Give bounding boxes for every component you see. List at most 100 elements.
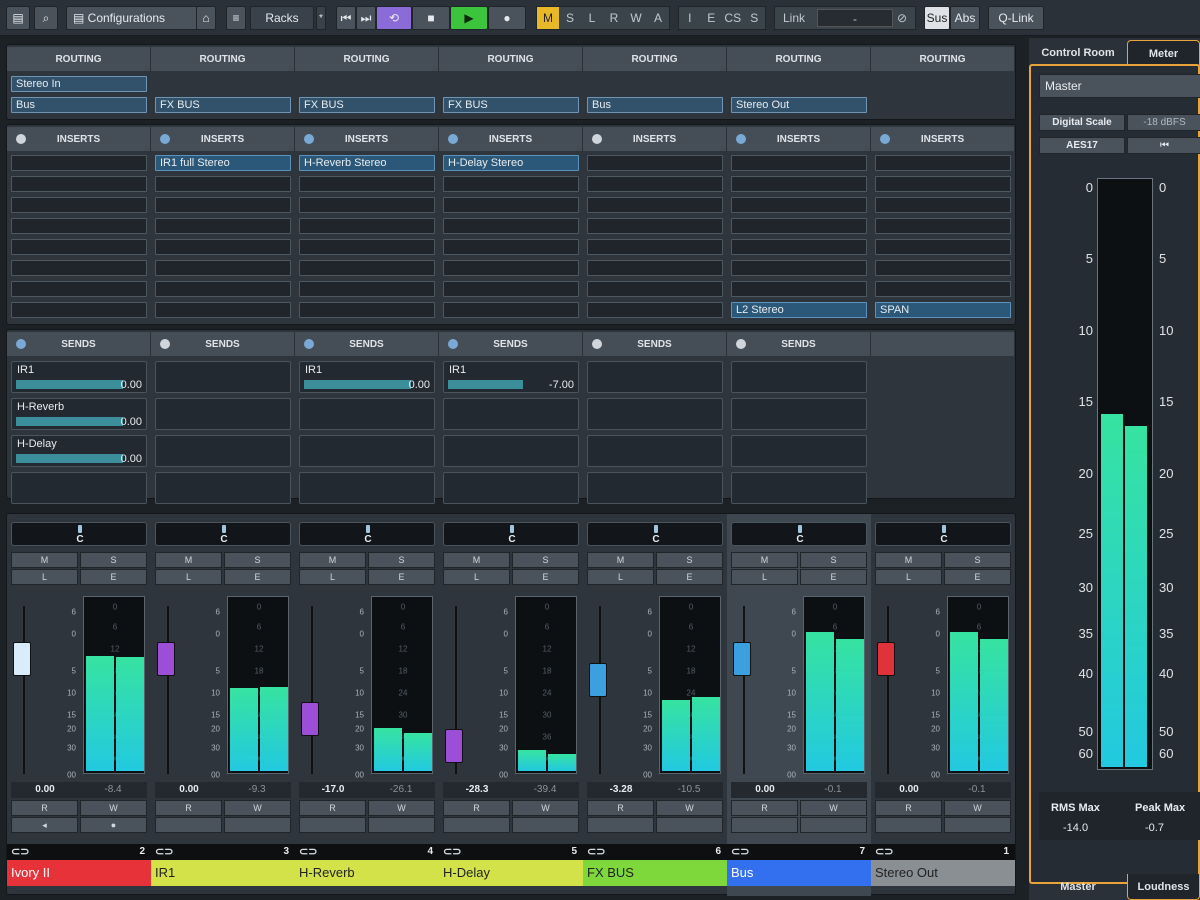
insert-slot[interactable]: SPAN: [875, 302, 1011, 318]
send-slot[interactable]: [587, 435, 723, 467]
insert-slot[interactable]: [299, 176, 435, 192]
tab-master[interactable]: Master: [1029, 874, 1127, 900]
insert-slot[interactable]: [587, 218, 723, 234]
insert-slot[interactable]: [11, 218, 147, 234]
tab-meter[interactable]: Meter: [1127, 40, 1200, 66]
play-icon[interactable]: ▶: [450, 6, 488, 30]
edit-button[interactable]: E: [368, 569, 435, 585]
insert-slot[interactable]: [875, 197, 1011, 213]
abs-button[interactable]: Abs: [950, 6, 980, 30]
link-select[interactable]: -: [817, 9, 893, 27]
fader-cap[interactable]: [157, 642, 175, 676]
write-button[interactable]: W: [800, 800, 867, 816]
fader-value[interactable]: 0.00: [159, 784, 219, 795]
send-slot[interactable]: H-Delay 0.00: [11, 435, 147, 467]
insert-power-icon[interactable]: [880, 134, 890, 144]
send-slot[interactable]: [731, 361, 867, 393]
mute-button[interactable]: M: [875, 552, 942, 568]
racks-button[interactable]: Racks: [250, 6, 314, 30]
monitor-icon[interactable]: [944, 817, 1011, 833]
write-button[interactable]: W: [224, 800, 291, 816]
routing-output[interactable]: Bus: [587, 97, 723, 113]
routing-output[interactable]: Bus: [11, 97, 147, 113]
menu-icon[interactable]: ≡: [226, 6, 246, 30]
insert-slot[interactable]: [299, 218, 435, 234]
routing-input[interactable]: Stereo In: [11, 76, 147, 92]
insert-slot[interactable]: [155, 218, 291, 234]
layout-icon[interactable]: ▤: [6, 6, 30, 30]
peak-value[interactable]: -10.5: [659, 784, 719, 795]
monitor-icon[interactable]: [368, 817, 435, 833]
edit-button[interactable]: E: [944, 569, 1011, 585]
pan-knob[interactable]: C: [155, 522, 291, 546]
channel-label[interactable]: Stereo Out: [871, 860, 1015, 886]
read-button[interactable]: R: [731, 800, 798, 816]
fader-cap[interactable]: [877, 642, 895, 676]
fader-value[interactable]: 0.00: [879, 784, 939, 795]
insert-slot[interactable]: [731, 176, 867, 192]
insert-slot[interactable]: [299, 239, 435, 255]
insert-slot[interactable]: [443, 302, 579, 318]
listen-button[interactable]: L: [587, 569, 654, 585]
send-slot[interactable]: [299, 472, 435, 504]
insert-slot[interactable]: [11, 176, 147, 192]
solo-button[interactable]: S: [368, 552, 435, 568]
pan-knob[interactable]: C: [731, 522, 867, 546]
read-button[interactable]: R: [299, 800, 366, 816]
listen-button[interactable]: L: [155, 569, 222, 585]
routing-output[interactable]: Stereo Out: [731, 97, 867, 113]
listen-button[interactable]: L: [11, 569, 78, 585]
insert-slot[interactable]: [443, 197, 579, 213]
insert-slot[interactable]: [299, 281, 435, 297]
read-button[interactable]: R: [11, 800, 78, 816]
racks-star[interactable]: *: [316, 6, 326, 30]
pan-knob[interactable]: C: [587, 522, 723, 546]
edit-button[interactable]: E: [512, 569, 579, 585]
insert-slot[interactable]: [443, 218, 579, 234]
insert-power-icon[interactable]: [16, 134, 26, 144]
listen-button[interactable]: L: [443, 569, 510, 585]
peak-value[interactable]: -8.4: [83, 784, 143, 795]
pan-knob[interactable]: C: [11, 522, 147, 546]
insert-slot[interactable]: [443, 281, 579, 297]
edit-button[interactable]: E: [656, 569, 723, 585]
mode-s2[interactable]: S: [744, 11, 766, 25]
insert-slot[interactable]: IR1 full Stereo: [155, 155, 291, 171]
mode-m[interactable]: M: [537, 7, 559, 29]
listen-button[interactable]: L: [875, 569, 942, 585]
fader-cap[interactable]: [445, 729, 463, 763]
send-level-bar[interactable]: [448, 380, 523, 389]
configurations-button[interactable]: ▤ Configurations: [66, 6, 200, 30]
send-slot[interactable]: [155, 398, 291, 430]
insert-slot[interactable]: [155, 176, 291, 192]
mode-r[interactable]: R: [603, 11, 625, 25]
insert-slot[interactable]: [443, 239, 579, 255]
insert-power-icon[interactable]: [736, 134, 746, 144]
edit-button[interactable]: E: [224, 569, 291, 585]
insert-slot[interactable]: [11, 281, 147, 297]
insert-slot[interactable]: [11, 239, 147, 255]
peak-value[interactable]: -39.4: [515, 784, 575, 795]
stop-icon[interactable]: ■: [412, 6, 450, 30]
send-slot[interactable]: [731, 472, 867, 504]
link-icon[interactable]: ⊂⊃: [443, 845, 461, 858]
mute-button[interactable]: M: [11, 552, 78, 568]
aes17-button[interactable]: AES17: [1039, 137, 1125, 154]
insert-power-icon[interactable]: [304, 134, 314, 144]
insert-slot[interactable]: [299, 302, 435, 318]
insert-slot[interactable]: [875, 218, 1011, 234]
pan-knob[interactable]: C: [443, 522, 579, 546]
mode-l[interactable]: L: [581, 11, 603, 25]
insert-slot[interactable]: [875, 239, 1011, 255]
insert-slot[interactable]: [731, 260, 867, 276]
routing-output[interactable]: FX BUS: [155, 97, 291, 113]
insert-slot[interactable]: [587, 197, 723, 213]
speaker-icon[interactable]: ◂: [11, 817, 78, 833]
read-button[interactable]: R: [587, 800, 654, 816]
send-slot[interactable]: IR1 0.00: [299, 361, 435, 393]
monitor-icon[interactable]: [656, 817, 723, 833]
insert-slot[interactable]: [731, 281, 867, 297]
insert-slot[interactable]: [587, 260, 723, 276]
fader-cap[interactable]: [589, 663, 607, 697]
insert-slot[interactable]: [587, 302, 723, 318]
